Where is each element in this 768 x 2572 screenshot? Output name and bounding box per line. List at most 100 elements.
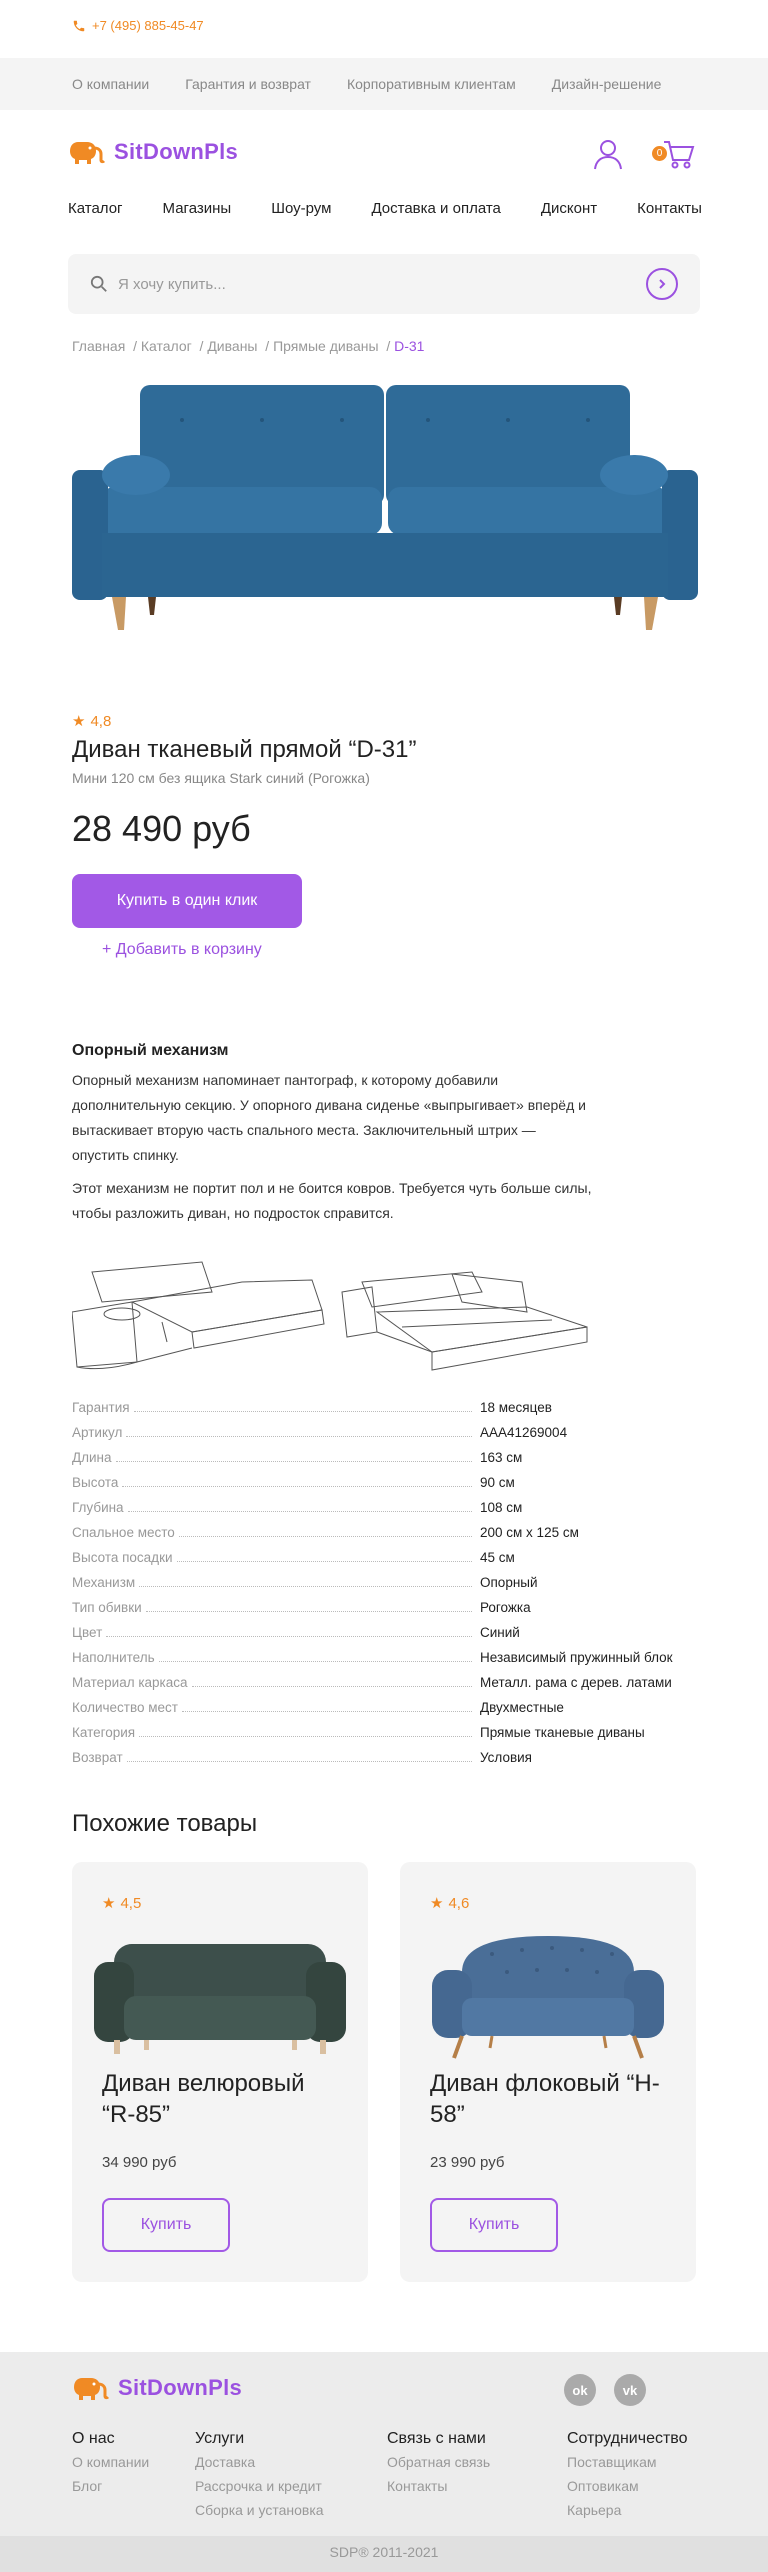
breadcrumb-home[interactable]: Главная — [72, 338, 125, 354]
spec-value: AAA41269004 — [480, 1425, 568, 1440]
spec-label: Спальное место — [72, 1525, 175, 1540]
spec-row: Категория Прямые тканевые диваны — [72, 1725, 702, 1750]
cart-button[interactable]: 0 — [652, 138, 696, 172]
card-title[interactable]: Диван флоковый “H-58” — [430, 2068, 670, 2130]
spec-row: Высота посадки 45 см — [72, 1550, 702, 1575]
spec-label: Тип обивки — [72, 1600, 142, 1615]
site-logo[interactable]: SitDownPls — [68, 138, 238, 166]
spec-leader-dots — [145, 1602, 472, 1612]
product-title: Диван тканевый прямой “D-31” — [72, 736, 417, 763]
specs-table: Гарантия 18 месяцев Артикул AAA41269004 Длин… — [72, 1400, 702, 1775]
spec-leader-dots — [191, 1677, 472, 1687]
elephant-logo-icon — [70, 142, 106, 164]
card-rating: ★ 4,5 — [102, 1894, 142, 1913]
star-icon: ★ — [102, 1895, 116, 1912]
card-product-image — [94, 1944, 346, 2054]
spec-value: Независимый пружинный блок — [480, 1650, 673, 1665]
product-price: 28 490 руб — [72, 808, 251, 849]
buy-one-click-button[interactable]: Купить в один клик — [72, 874, 302, 928]
spec-leader-dots — [139, 1577, 473, 1587]
vk-icon[interactable]: vk — [614, 2374, 646, 2406]
topnav-design[interactable]: Дизайн-решение — [552, 76, 662, 92]
spec-leader-dots — [106, 1627, 473, 1637]
spec-label: Артикул — [72, 1425, 123, 1440]
top-nav: О компании Гарантия и возврат Корпоратив… — [0, 58, 768, 110]
spec-leader-dots — [158, 1652, 472, 1662]
elephant-logo-icon — [74, 2378, 110, 2400]
nav-contacts[interactable]: Контакты — [637, 200, 702, 217]
footer-link[interactable]: Поставщикам — [567, 2450, 688, 2474]
nav-stores[interactable]: Магазины — [163, 200, 232, 217]
spec-row: Механизм Опорный — [72, 1575, 702, 1600]
nav-showroom[interactable]: Шоу-рум — [271, 200, 331, 217]
spec-value: 45 см — [480, 1550, 515, 1565]
spec-leader-dots — [127, 1502, 472, 1512]
spec-label: Высота — [72, 1475, 119, 1490]
spec-label: Гарантия — [72, 1400, 130, 1415]
breadcrumb-sofas[interactable]: Диваны — [207, 338, 257, 354]
spec-value[interactable]: Условия — [480, 1750, 532, 1765]
breadcrumb-current: D-31 — [394, 338, 425, 354]
spec-leader-dots — [126, 1427, 473, 1437]
main-nav: Каталог Магазины Шоу-рум Доставка и опла… — [68, 200, 702, 217]
spec-row: Наполнитель Независимый пружинный блок — [72, 1650, 702, 1675]
spec-leader-dots — [178, 1527, 472, 1537]
topnav-about[interactable]: О компании — [72, 76, 149, 92]
phone-icon — [73, 20, 85, 31]
footer-link[interactable]: Сборка и установка — [195, 2498, 324, 2522]
card-buy-button[interactable]: Купить — [102, 2198, 230, 2252]
spec-label: Длина — [72, 1450, 112, 1465]
card-title[interactable]: Диван велюровый “R-85” — [102, 2068, 342, 2130]
spec-value: 200 см х 125 см — [480, 1525, 579, 1540]
spec-row: Артикул AAA41269004 — [72, 1425, 702, 1450]
copyright: SDP® 2011-2021 — [329, 2544, 439, 2560]
spec-row: Высота 90 см — [72, 1475, 702, 1500]
search-submit-button[interactable] — [646, 268, 678, 300]
spec-label: Количество мест — [72, 1700, 178, 1715]
footer-logo[interactable]: SitDownPls — [72, 2374, 242, 2402]
odnoklassniki-icon[interactable]: ok — [564, 2374, 596, 2406]
footer: SitDownPls ok vk О нас О компании Блог У… — [0, 2352, 768, 2572]
spec-value: 163 см — [480, 1450, 523, 1465]
footer-link[interactable]: Контакты — [387, 2474, 490, 2498]
topnav-warranty[interactable]: Гарантия и возврат — [185, 76, 311, 92]
spec-value: 18 месяцев — [480, 1400, 552, 1415]
breadcrumb-catalog[interactable]: Каталог — [141, 338, 192, 354]
nav-catalog[interactable]: Каталог — [68, 200, 123, 217]
spec-label: Наполнитель — [72, 1650, 155, 1665]
spec-value: Опорный — [480, 1575, 538, 1590]
spec-row: Длина 163 см — [72, 1450, 702, 1475]
footer-link[interactable]: Обратная связь — [387, 2450, 490, 2474]
footer-link[interactable]: Рассрочка и кредит — [195, 2474, 324, 2498]
product-image — [72, 385, 698, 630]
footer-link[interactable]: Карьера — [567, 2498, 688, 2522]
nav-discount[interactable]: Дисконт — [541, 200, 597, 217]
search-bar — [68, 254, 700, 314]
chevron-right-icon — [659, 279, 666, 289]
similar-product-card[interactable]: ★ 4,6 Диван флоковый “H-58” 23 990 руб К… — [400, 1862, 696, 2282]
footer-link[interactable]: Оптовикам — [567, 2474, 688, 2498]
spec-value: 90 см — [480, 1475, 515, 1490]
phone-link[interactable]: +7 (495) 885-45-47 — [72, 18, 204, 33]
footer-link[interactable]: Блог — [72, 2474, 149, 2498]
similar-product-card[interactable]: ★ 4,5 Диван велюровый “R-85” 34 990 руб … — [72, 1862, 368, 2282]
mechanism-text-2: Этот механизм не портит пол и не боится … — [72, 1180, 592, 1221]
phone-number: +7 (495) 885-45-47 — [92, 18, 204, 33]
add-to-cart-link[interactable]: + Добавить в корзину — [102, 941, 262, 959]
search-input[interactable] — [118, 275, 646, 293]
spec-leader-dots — [115, 1452, 472, 1462]
card-buy-button[interactable]: Купить — [430, 2198, 558, 2252]
mechanism-text-1: Опорный механизм напоминает пантограф, к… — [72, 1072, 586, 1163]
topnav-corporate[interactable]: Корпоративным клиентам — [347, 76, 516, 92]
spec-leader-dots — [126, 1752, 472, 1762]
spec-row: Тип обивки Рогожка — [72, 1600, 702, 1625]
logo-text: SitDownPls — [114, 139, 239, 164]
user-account-icon[interactable] — [592, 138, 624, 175]
spec-leader-dots — [122, 1477, 473, 1487]
breadcrumb-straight-sofas[interactable]: Прямые диваны — [273, 338, 379, 354]
footer-link[interactable]: Доставка — [195, 2450, 324, 2474]
spec-value: Двухместные — [480, 1700, 564, 1715]
nav-delivery[interactable]: Доставка и оплата — [371, 200, 500, 217]
footer-link[interactable]: О компании — [72, 2450, 149, 2474]
spec-value: Металл. рама с дерев. латами — [480, 1675, 672, 1690]
